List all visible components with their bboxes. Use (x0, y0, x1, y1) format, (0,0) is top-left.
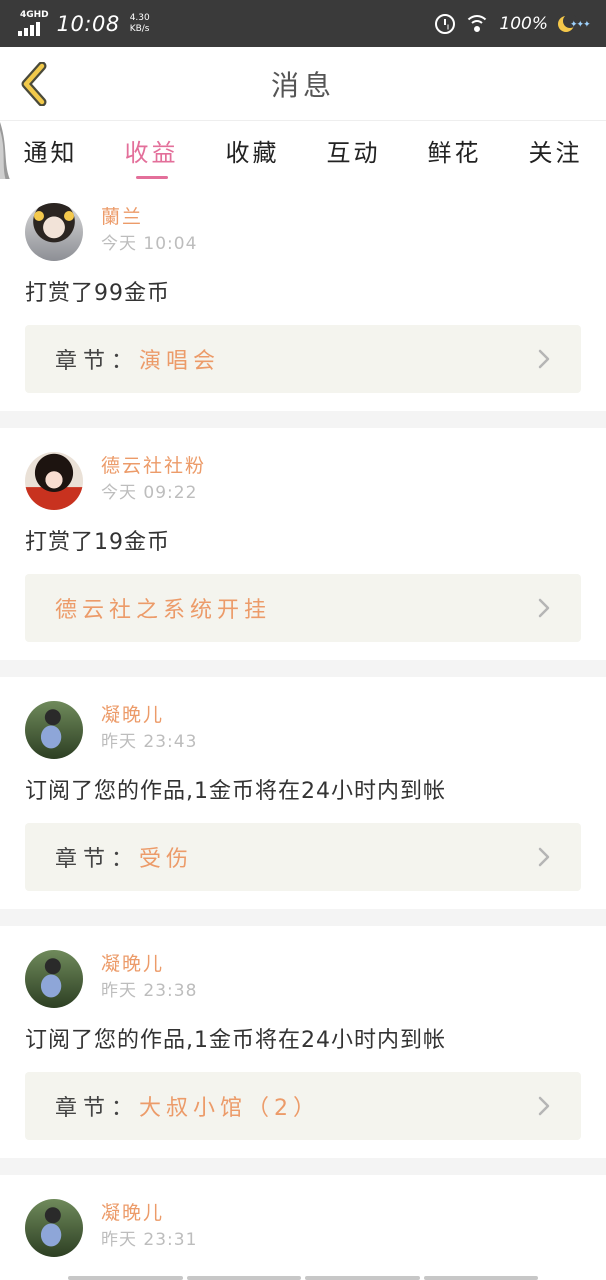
list-item: 凝晚儿 昨天 23:31 (0, 1175, 606, 1280)
list-item: 德云社社粉 今天 09:22 打赏了19金币 德云社之系统开挂 (0, 428, 606, 660)
user-name[interactable]: 凝晚儿 (101, 703, 197, 727)
home-indicator (68, 1276, 538, 1280)
message-text: 订阅了您的作品,1金币将在24小时内到帐 (25, 779, 446, 804)
chapter-label: 章节： (55, 847, 140, 872)
timestamp: 昨天 23:38 (101, 981, 198, 1001)
list-item: 凝晚儿 昨天 23:38 订阅了您的作品,1金币将在24小时内到帐 章节： 大叔… (0, 926, 606, 1158)
message-text: 订阅了您的作品,1金币将在24小时内到帐 (25, 1028, 446, 1053)
wifi-icon (465, 14, 490, 33)
chapter-link[interactable]: 章节： 大叔小馆（2） (25, 1072, 581, 1140)
chevron-right-icon (538, 349, 550, 369)
chapter-label: 章节： (55, 1096, 140, 1121)
chapter-label: 章节： (55, 349, 140, 374)
tab-bar: 通知 收益 收藏 互动 鲜花 关注 (0, 121, 606, 179)
avatar[interactable] (25, 701, 83, 759)
chevron-right-icon (538, 598, 550, 618)
tab-earnings[interactable]: 收益 (121, 125, 183, 176)
chapter-link[interactable]: 章节： 演唱会 (25, 325, 581, 393)
chevron-right-icon (538, 847, 550, 867)
network-type: 4GHD (20, 10, 49, 20)
user-name[interactable]: 凝晚儿 (101, 952, 197, 976)
message-list: 蘭兰 今天 10:04 打赏了99金币 章节： 演唱会 德云社社粉 今天 09:… (0, 179, 606, 1280)
timestamp: 昨天 23:31 (101, 1230, 198, 1250)
user-name[interactable]: 凝晚儿 (101, 1201, 197, 1225)
avatar[interactable] (25, 203, 83, 261)
tab-follows[interactable]: 关注 (525, 125, 587, 176)
timestamp: 昨天 23:43 (101, 732, 198, 752)
chevron-right-icon (538, 1096, 550, 1116)
network-speed: 4.30 KB/s (129, 12, 150, 34)
work-link[interactable]: 德云社之系统开挂 (25, 574, 581, 642)
tab-notifications[interactable]: 通知 (20, 125, 82, 176)
cellular-signal-icon: 4GHD (18, 11, 49, 36)
chapter-title: 受伤 (139, 847, 194, 872)
message-text: 打赏了19金币 (25, 530, 170, 555)
tab-interactions[interactable]: 互动 (323, 125, 385, 176)
status-bar: 4GHD 10:08 4.30 KB/s 100% ✦✦✦ (0, 0, 606, 47)
clock: 10:08 (56, 11, 120, 36)
avatar[interactable] (25, 950, 83, 1008)
chapter-title: 演唱会 (139, 349, 221, 374)
tab-flowers[interactable]: 鲜花 (424, 125, 486, 176)
battery-level: 100% (499, 13, 548, 34)
chapter-link[interactable]: 章节： 受伤 (25, 823, 581, 891)
header: 消息 (0, 47, 606, 121)
message-text: 打赏了99金币 (25, 281, 170, 306)
timestamp: 今天 10:04 (101, 234, 198, 254)
list-item: 凝晚儿 昨天 23:43 订阅了您的作品,1金币将在24小时内到帐 章节： 受伤 (0, 677, 606, 909)
screen: 4GHD 10:08 4.30 KB/s 100% ✦✦✦ 消息 通知 收益 收… (0, 0, 606, 1280)
alarm-icon (435, 13, 456, 34)
tab-favorites[interactable]: 收藏 (222, 125, 284, 176)
page-title: 消息 (270, 68, 335, 102)
back-arrow-icon (21, 62, 47, 106)
timestamp: 今天 09:22 (101, 483, 198, 503)
back-button[interactable] (14, 61, 54, 107)
user-name[interactable]: 蘭兰 (101, 205, 197, 229)
chapter-title: 大叔小馆（2） (139, 1096, 321, 1121)
avatar[interactable] (25, 1199, 83, 1257)
list-item: 蘭兰 今天 10:04 打赏了99金币 章节： 演唱会 (0, 179, 606, 411)
user-name[interactable]: 德云社社粉 (101, 454, 206, 478)
battery-icon: ✦✦✦ (558, 13, 591, 33)
work-title: 德云社之系统开挂 (55, 598, 272, 623)
avatar[interactable] (25, 452, 83, 510)
